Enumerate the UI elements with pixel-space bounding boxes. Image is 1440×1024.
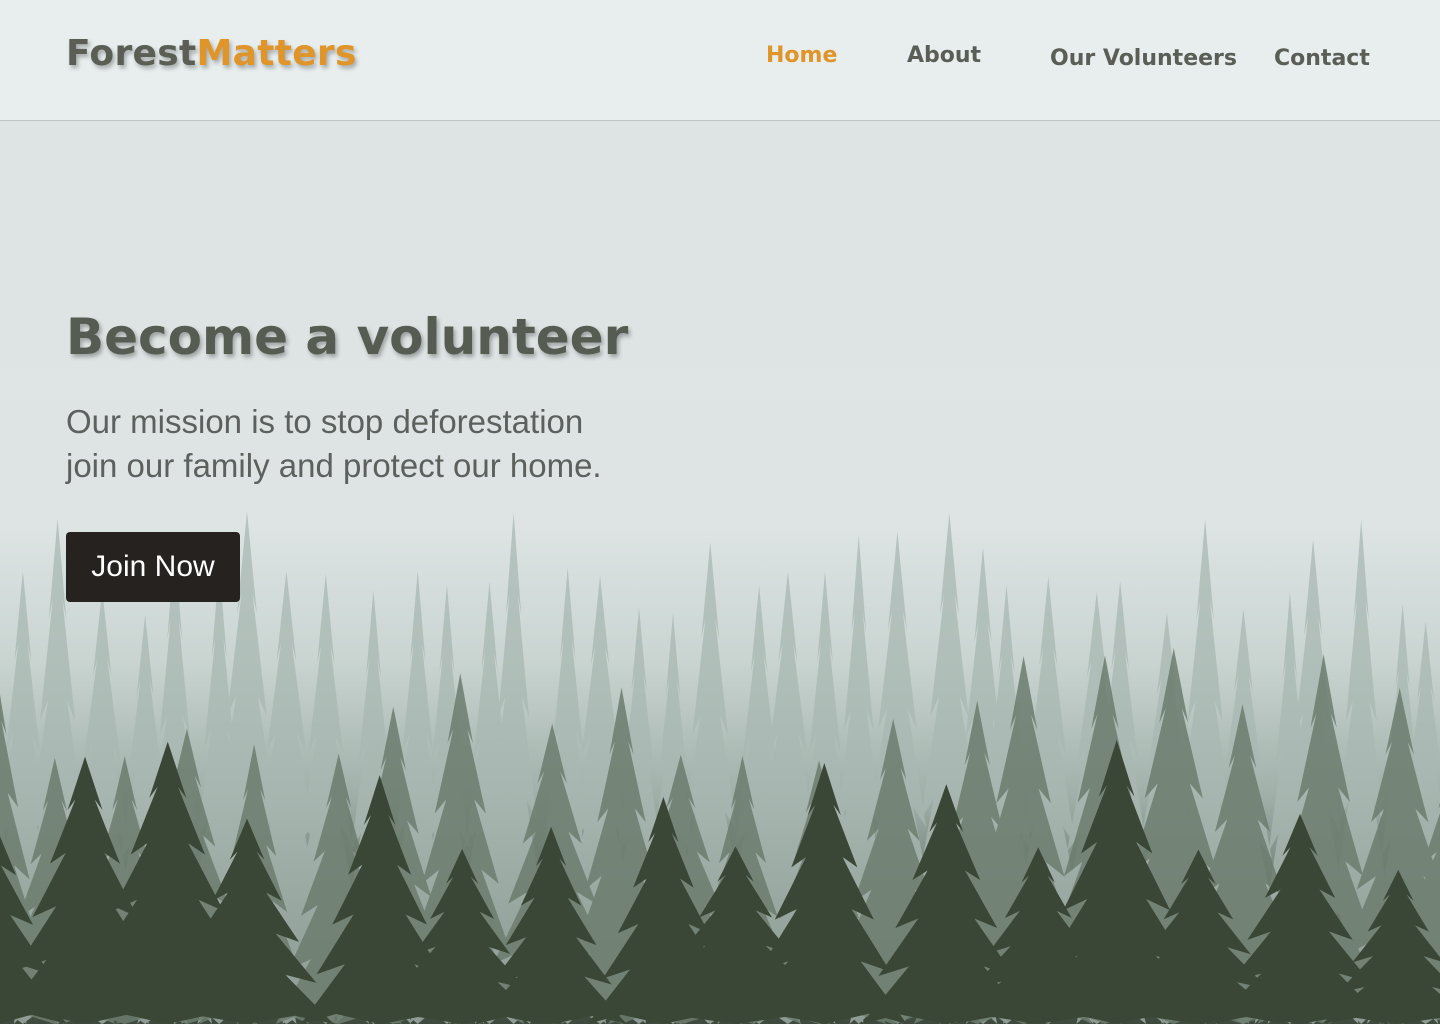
hero-section: Become a volunteer Our mission is to sto… bbox=[0, 121, 1440, 1024]
hero-description-line1: Our mission is to stop deforestation bbox=[66, 403, 584, 440]
hero-description: Our mission is to stop deforestation joi… bbox=[66, 400, 602, 488]
join-now-button[interactable]: Join Now bbox=[66, 532, 240, 602]
site-header: ForestMatters Home About Our Volunteers … bbox=[0, 0, 1440, 121]
hero-title: Become a volunteer bbox=[66, 308, 629, 366]
brand-name-part2: Matters bbox=[196, 33, 357, 74]
brand-logo[interactable]: ForestMatters bbox=[66, 33, 357, 74]
nav-link-contact[interactable]: Contact bbox=[1274, 46, 1370, 71]
nav-link-our-volunteers[interactable]: Our Volunteers bbox=[1050, 46, 1237, 71]
brand-name-part1: Forest bbox=[66, 33, 197, 74]
nav-link-about[interactable]: About bbox=[907, 43, 981, 68]
nav-link-home[interactable]: Home bbox=[766, 43, 837, 68]
hero-description-line2: join our family and protect our home. bbox=[66, 447, 602, 484]
landing-page: ForestMatters Home About Our Volunteers … bbox=[0, 0, 1440, 1024]
